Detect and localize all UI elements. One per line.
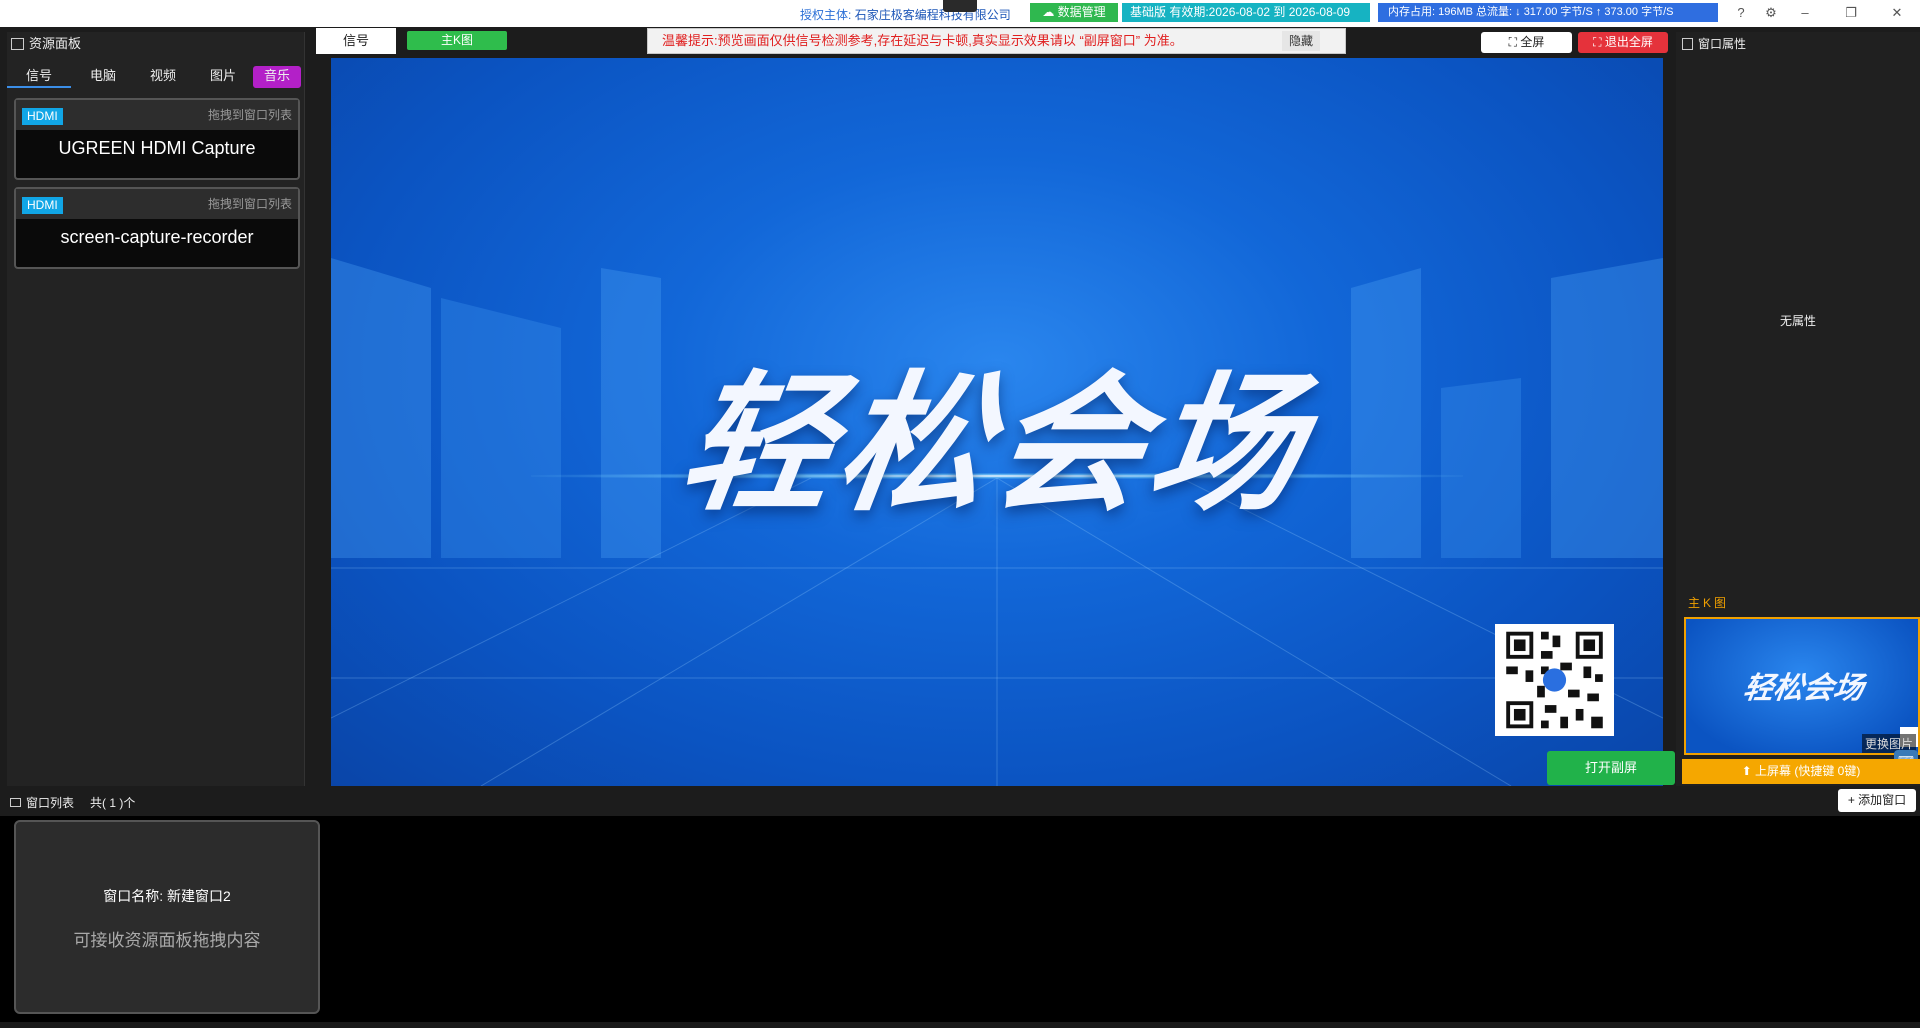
tab-image[interactable]: 图片 bbox=[193, 66, 253, 88]
drag-hint: 拖拽到窗口列表 bbox=[207, 108, 292, 122]
window-list-bar: 窗口列表 共( 1 )个 bbox=[0, 790, 1920, 814]
expand-icon: ⛶ bbox=[1508, 35, 1521, 49]
window-grab-handle[interactable] bbox=[943, 0, 977, 12]
license-info: 授权主体: 石家庄极客编程科技有限公司 bbox=[800, 6, 1011, 23]
restore-button[interactable]: ❐ bbox=[1836, 2, 1866, 24]
source-name: screen-capture-recorder bbox=[60, 227, 254, 247]
license-label: 授权主体: bbox=[800, 8, 852, 22]
add-window-button[interactable]: + 添加窗口 bbox=[1838, 789, 1916, 812]
window-list-title: 窗口列表 bbox=[26, 796, 75, 810]
window-properties-panel: 窗口属性 无属性 主K图 轻松会场 更换图片 ⌨ ⬆ 上屏幕 (快捷键 0键) bbox=[1676, 32, 1920, 786]
tab-music[interactable]: 音乐 bbox=[253, 66, 301, 88]
source-name: UGREEN HDMI Capture bbox=[58, 138, 256, 158]
hdmi-badge: HDMI bbox=[22, 108, 63, 125]
close-button[interactable]: ✕ bbox=[1882, 2, 1912, 24]
no-property-text: 无属性 bbox=[1779, 314, 1816, 328]
source-card-header: HDMI 拖拽到窗口列表 bbox=[16, 100, 298, 130]
preview-canvas[interactable]: 轻松会场 bbox=[331, 58, 1663, 786]
license-value: 石家庄极客编程科技有限公司 bbox=[854, 8, 1011, 22]
title-bar: 授权主体: 石家庄极客编程科技有限公司 ☁ 数据管理 基础版 有效期:2026-… bbox=[0, 0, 1920, 27]
on-screen-button[interactable]: ⬆ 上屏幕 (快捷键 0键) bbox=[1682, 759, 1920, 784]
window-list-icon bbox=[10, 798, 21, 807]
properties-title: 窗口属性 bbox=[1698, 37, 1747, 51]
warning-banner: 温馨提示:预览画面仅供信号检测参考,存在延迟与卡顿,真实显示效果请以 “副屏窗口… bbox=[647, 28, 1346, 54]
license-validity-badge: 基础版 有效期:2026-08-02 到 2026-08-09 bbox=[1122, 3, 1370, 22]
hdmi-badge: HDMI bbox=[22, 197, 63, 214]
window-name: 窗口名称: 新建窗口2 bbox=[103, 888, 231, 904]
preview-tab-mainK[interactable]: 主K图 bbox=[407, 31, 507, 50]
collapse-icon: ⛶ bbox=[1593, 35, 1605, 49]
bottom-strip bbox=[0, 1022, 1920, 1028]
open-sub-screen-button[interactable]: 打开副屏 bbox=[1547, 751, 1675, 785]
resource-tabs: 信号 电脑 视频 图片 音乐 bbox=[7, 66, 305, 88]
system-stats-badge: 内存占用: 196MB 总流量: ↓ 317.00 字节/S ↑ 373.00 … bbox=[1378, 3, 1718, 22]
hide-warning-button[interactable]: 隐藏 bbox=[1282, 31, 1320, 51]
cloud-icon: ☁ bbox=[1042, 5, 1058, 19]
qr-code-icon bbox=[1495, 624, 1614, 736]
mainK-label: 主K图 bbox=[1688, 596, 1730, 610]
exit-fullscreen-button[interactable]: ⛶ 退出全屏 bbox=[1578, 32, 1668, 53]
source-card-header: HDMI 拖拽到窗口列表 bbox=[16, 189, 298, 219]
resource-panel: 资源面板 信号 电脑 视频 图片 音乐 HDMI 拖拽到窗口列表 UGREEN … bbox=[7, 32, 305, 786]
drag-hint: 拖拽到窗口列表 bbox=[207, 197, 292, 211]
fullscreen-button[interactable]: ⛶ 全屏 bbox=[1481, 32, 1572, 53]
data-management-label: 数据管理 bbox=[1057, 5, 1106, 19]
tab-signal[interactable]: 信号 bbox=[7, 66, 71, 88]
tab-video[interactable]: 视频 bbox=[133, 66, 193, 88]
settings-icon[interactable]: ⚙ bbox=[1756, 2, 1786, 24]
window-count: 共( 1 )个 bbox=[90, 796, 136, 810]
source-card[interactable]: HDMI 拖拽到窗口列表 screen-capture-recorder bbox=[14, 187, 300, 269]
data-management-button[interactable]: ☁ 数据管理 bbox=[1030, 3, 1118, 22]
help-icon[interactable]: ? bbox=[1726, 2, 1756, 24]
thumbnail-title: 轻松会场 bbox=[1741, 672, 1866, 705]
source-card[interactable]: HDMI 拖拽到窗口列表 UGREEN HDMI Capture bbox=[14, 98, 300, 180]
resource-panel-title: 资源面板 bbox=[29, 36, 82, 51]
preview-tab-signal[interactable]: 信号 bbox=[316, 28, 396, 54]
window-card[interactable]: 窗口名称: 新建窗口2 可接收资源面板拖拽内容 bbox=[14, 820, 320, 1014]
tab-computer[interactable]: 电脑 bbox=[73, 66, 133, 88]
hero-title: 轻松会场 bbox=[671, 360, 1320, 528]
fullscreen-label: 全屏 bbox=[1520, 35, 1545, 49]
minimize-button[interactable]: – bbox=[1790, 2, 1820, 24]
window-drop-hint: 可接收资源面板拖拽内容 bbox=[73, 931, 261, 950]
exit-fullscreen-label: 退出全屏 bbox=[1604, 35, 1653, 49]
